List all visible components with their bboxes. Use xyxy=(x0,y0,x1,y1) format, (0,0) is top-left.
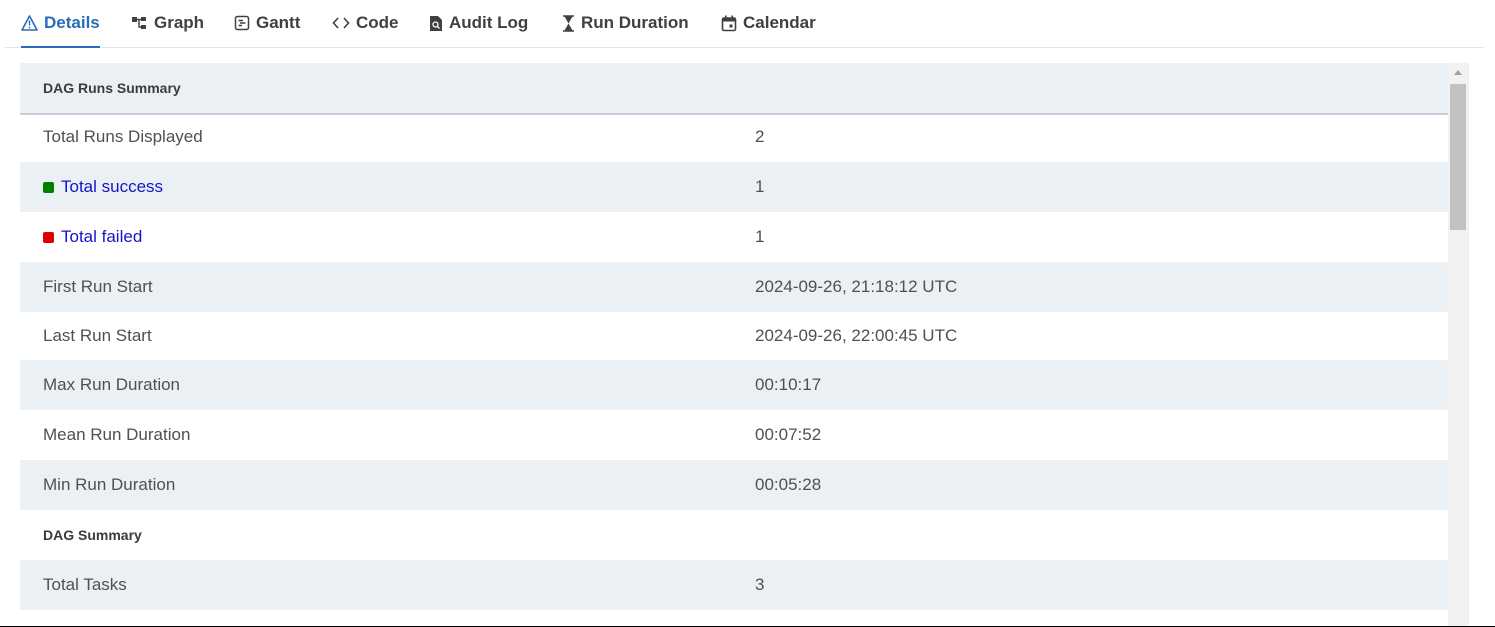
total-failed-link[interactable]: Total failed xyxy=(61,227,142,247)
tab-gantt[interactable]: Gantt xyxy=(234,0,300,46)
row-value: 3 xyxy=(755,575,765,594)
gantt-icon xyxy=(234,15,250,31)
tab-code-label: Code xyxy=(356,13,399,32)
table-row: Last Run Start 2024-09-26, 22:00:45 UTC xyxy=(20,311,1448,361)
scroll-up-arrow-icon[interactable] xyxy=(1454,70,1462,75)
row-value: 00:10:17 xyxy=(755,375,822,394)
row-value: 2 xyxy=(755,127,765,146)
calendar-icon xyxy=(721,15,737,31)
row-value: 1 xyxy=(755,227,765,246)
tab-graph-label: Graph xyxy=(154,13,205,32)
row-value: 00:07:52 xyxy=(755,425,822,444)
table-row: First Run Start 2024-09-26, 21:18:12 UTC xyxy=(20,262,1448,312)
row-label: Last Run Start xyxy=(43,326,152,345)
row-value: 1 xyxy=(755,177,765,196)
row-label: Max Run Duration xyxy=(43,375,181,394)
summary-table: DAG Runs Summary Total Runs Displayed 2 … xyxy=(20,63,1448,627)
code-icon xyxy=(332,17,350,29)
tab-details-label: Details xyxy=(44,13,100,32)
tab-run-duration[interactable]: Run Duration xyxy=(562,0,689,46)
section-heading: DAG Summary xyxy=(43,527,142,543)
row-value: 2024-09-26, 21:18:12 UTC xyxy=(755,277,958,296)
tab-graph[interactable]: Graph xyxy=(131,0,204,46)
table-row: Total success 1 xyxy=(20,162,1448,212)
audit-log-icon xyxy=(430,15,442,31)
row-label: First Run Start xyxy=(43,277,153,296)
failed-status-square-icon xyxy=(43,231,54,243)
tab-run-duration-label: Run Duration xyxy=(581,13,689,32)
row-value: 00:05:28 xyxy=(755,475,822,494)
table-row: Max Run Duration 00:10:17 xyxy=(20,360,1448,410)
hourglass-icon xyxy=(563,14,574,32)
warning-triangle-icon xyxy=(21,15,38,31)
table-row: Total failed 1 xyxy=(20,212,1448,262)
tab-gantt-label: Gantt xyxy=(256,13,301,32)
row-label: Mean Run Duration xyxy=(43,425,191,444)
tab-calendar-label: Calendar xyxy=(743,13,816,32)
section-heading: DAG Runs Summary xyxy=(43,80,181,96)
tab-audit-log-label: Audit Log xyxy=(449,13,529,32)
tab-calendar[interactable]: Calendar xyxy=(721,0,816,46)
graph-icon xyxy=(132,16,146,29)
table-row: Min Run Duration 00:05:28 xyxy=(20,460,1448,510)
table-row: Total Tasks 3 xyxy=(20,560,1448,610)
total-success-link[interactable]: Total success xyxy=(61,177,163,197)
row-label: Total Tasks xyxy=(43,575,127,594)
row-label: Total Runs Displayed xyxy=(43,127,203,146)
tab-audit-log[interactable]: Audit Log xyxy=(429,0,528,46)
row-label: Min Run Duration xyxy=(43,475,176,494)
row-value: 2024-09-26, 22:00:45 UTC xyxy=(755,326,958,345)
tab-code[interactable]: Code xyxy=(332,0,399,46)
dag-runs-summary-header: DAG Runs Summary xyxy=(20,63,1448,115)
vertical-scrollbar[interactable] xyxy=(1448,63,1469,627)
table-row: Total Runs Displayed 2 xyxy=(20,112,1448,162)
tab-bar: Details Graph Gantt Code Audit Log Run D… xyxy=(5,0,1484,48)
table-row: Mean Run Duration 00:07:52 xyxy=(20,410,1448,460)
success-status-square-icon xyxy=(43,181,54,193)
dag-summary-header: DAG Summary xyxy=(20,510,1448,562)
tab-details[interactable]: Details xyxy=(21,0,100,48)
scrollbar-thumb[interactable] xyxy=(1450,84,1466,230)
